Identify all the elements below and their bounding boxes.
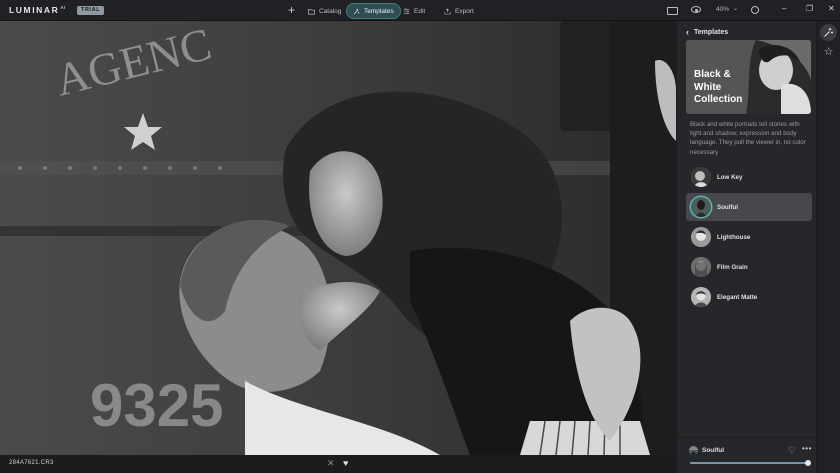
template-label: Film Grain <box>717 263 748 271</box>
tab-templates-label: Templates <box>364 7 394 15</box>
template-label: Low Key <box>717 173 743 181</box>
plus-icon[interactable]: + <box>288 3 295 17</box>
template-thumbnail <box>691 167 711 187</box>
template-film-grain[interactable]: Film Grain <box>686 253 812 281</box>
tab-templates[interactable]: Templates <box>346 3 401 19</box>
template-label: Soulful <box>717 203 738 211</box>
template-thumbnail <box>691 257 711 277</box>
panel-header[interactable]: ‹ Templates <box>686 27 728 37</box>
history-icon[interactable] <box>751 6 759 14</box>
trial-badge[interactable]: TRIAL <box>77 6 105 15</box>
templates-wand-icon[interactable] <box>820 24 837 41</box>
template-footer: Soulful ♡ ••• <box>677 437 817 473</box>
template-low-key[interactable]: Low Key <box>686 163 812 191</box>
more-icon[interactable]: ••• <box>802 444 812 453</box>
slider-fill <box>690 462 808 464</box>
compare-icon[interactable] <box>667 7 678 15</box>
status-bar: 284A7621.CR3 ✕ ♥ <box>0 455 677 473</box>
top-bar: LUMINARAI TRIAL + Catalog Templates Edit… <box>0 0 840 21</box>
templates-icon <box>353 8 360 14</box>
selected-template-thumbnail <box>689 446 698 455</box>
chevron-left-icon[interactable]: ‹ <box>686 27 689 37</box>
template-elegant-matte[interactable]: Elegant Matte <box>686 283 812 311</box>
template-lighthouse[interactable]: Lighthouse <box>686 223 812 251</box>
eye-icon[interactable] <box>691 6 701 13</box>
template-thumbnail <box>691 227 711 247</box>
tab-edit[interactable]: Edit <box>397 3 431 19</box>
collection-cover[interactable]: Black & White Collection <box>686 40 811 114</box>
selected-template-name: Soulful <box>702 447 725 454</box>
export-icon <box>444 7 451 14</box>
folder-icon <box>308 8 315 14</box>
tab-export-label: Export <box>455 7 474 15</box>
template-label: Lighthouse <box>717 233 751 241</box>
panel-title: Templates <box>694 28 729 36</box>
reject-icon[interactable]: ✕ <box>327 458 335 469</box>
minimize-icon[interactable]: – <box>782 4 786 13</box>
zoom-level[interactable]: 40% <box>716 6 729 13</box>
collection-description: Black and white portraits tell stories w… <box>690 121 806 156</box>
templates-panel: ‹ Templates Black & White Collection Bla… <box>677 21 817 473</box>
tab-catalog[interactable]: Catalog <box>302 3 347 19</box>
tab-export[interactable]: Export <box>438 3 480 19</box>
chevron-down-icon[interactable]: ⌄ <box>733 5 738 12</box>
tab-edit-label: Edit <box>414 7 426 15</box>
heart-icon[interactable]: ♡ <box>788 445 796 456</box>
edit-icon <box>403 7 410 14</box>
svg-text:9325: 9325 <box>90 372 223 439</box>
app-logo: LUMINARAI <box>9 5 66 15</box>
template-thumbnail <box>691 287 711 307</box>
file-name: 284A7621.CR3 <box>9 460 54 466</box>
close-icon[interactable]: ✕ <box>828 4 835 13</box>
star-icon[interactable]: ☆ <box>820 43 837 60</box>
tab-catalog-label: Catalog <box>319 7 342 15</box>
tool-strip: ☆ <box>817 21 840 473</box>
template-soulful[interactable]: Soulful <box>686 193 812 221</box>
collection-title: Black & White Collection <box>694 69 743 105</box>
template-label: Elegant Matte <box>717 293 758 301</box>
maximize-icon[interactable]: ❐ <box>806 4 813 13</box>
photo-canvas[interactable]: AGENC 9325 <box>0 21 677 455</box>
template-amount-slider[interactable] <box>690 460 811 466</box>
template-thumbnail <box>691 197 711 217</box>
slider-knob[interactable] <box>805 460 811 466</box>
heart-icon[interactable]: ♥ <box>343 458 348 468</box>
photo-image: AGENC 9325 <box>0 21 677 455</box>
